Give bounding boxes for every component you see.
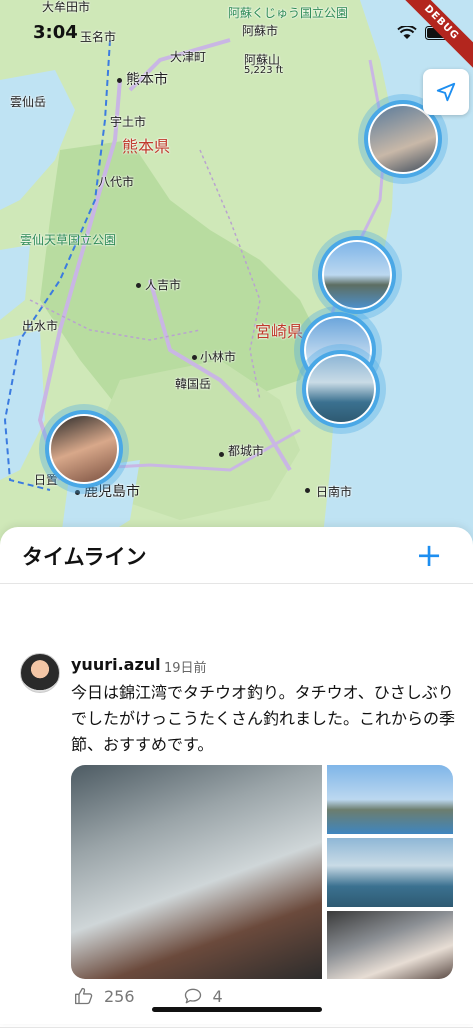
post-username[interactable]: yuuri.azul: [71, 655, 161, 674]
add-post-button[interactable]: +: [411, 537, 447, 573]
comment-button[interactable]: 4: [183, 986, 223, 1006]
map-photo-pin-5[interactable]: [45, 410, 123, 488]
map-dot-miyakonojo: [219, 452, 224, 457]
map-label-miyazaki-pref: 宮崎県: [255, 322, 304, 341]
map-label-kobayashi: 小林市: [200, 350, 237, 364]
map-photo-pin-2[interactable]: [318, 236, 396, 314]
timeline-sheet: タイムライン + yuuri.azul 19日前 今日は錦江湾でタチウオ釣り。タ…: [0, 527, 473, 1028]
map-label-unzen: 雲仙岳: [10, 95, 47, 109]
map-dot-nichinan: [305, 488, 310, 493]
post-photo-4[interactable]: [327, 911, 453, 979]
status-time: 3:04: [33, 22, 78, 43]
status-bar: 3:04 DEBUG: [0, 0, 473, 79]
map-photo-pin-4[interactable]: [302, 350, 380, 428]
map-label-izumi: 出水市: [22, 319, 59, 333]
location-arrow-icon: [436, 82, 456, 102]
map-label-aso-height: 5,223 ft: [244, 65, 284, 76]
map-label-karakunidake: 韓国岳: [175, 377, 212, 391]
comment-count: 4: [212, 986, 223, 1006]
timeline-title: タイムライン: [22, 545, 147, 569]
map-label-miyakonojo: 都城市: [228, 444, 265, 458]
post-photo-3[interactable]: [327, 838, 453, 907]
map-label-nichinan: 日南市: [316, 485, 353, 499]
map-label-yatsushiro: 八代市: [98, 175, 135, 189]
timeline-header: タイムライン +: [0, 527, 473, 584]
post-text: 今日は錦江湾でタチウオ釣り。タチウオ、ひさしぶりでしたがけっこうたくさん釣れまし…: [71, 683, 456, 754]
wifi-icon: [397, 26, 417, 39]
map-view[interactable]: 玉名市 大牟田市 阿蘇くじゅう国立公園 阿蘇市 大津町 阿蘇山 5,223 ft…: [0, 0, 473, 545]
post-photo-2[interactable]: [327, 765, 453, 834]
map-label-hitoyoshi: 人吉市: [145, 278, 182, 292]
post-photo-gallery: [71, 765, 453, 979]
map-label-uto: 宇土市: [110, 115, 147, 129]
map-dot-kumamoto: [117, 78, 122, 83]
map-label-unzen-amakusa: 雲仙天草国立公園: [20, 233, 117, 247]
post-photo-main[interactable]: [71, 765, 322, 979]
map-dot-hitoyoshi: [136, 283, 141, 288]
locate-me-button[interactable]: [423, 69, 469, 115]
like-count: 256: [104, 986, 135, 1006]
comment-icon: [184, 988, 201, 1004]
post-timestamp: 19日前: [164, 661, 207, 676]
map-label-kumamoto-pref: 熊本県: [122, 137, 171, 156]
thumbs-up-icon: [75, 987, 93, 1005]
map-dot-kagoshima: [75, 490, 80, 495]
like-button[interactable]: 256: [74, 986, 135, 1006]
post-actions: 256 4: [74, 986, 271, 1006]
home-indicator[interactable]: [152, 1007, 322, 1012]
map-dot-kobayashi: [192, 355, 197, 360]
avatar[interactable]: [20, 653, 60, 693]
map-label-kumamoto-city: 熊本市: [126, 72, 168, 88]
